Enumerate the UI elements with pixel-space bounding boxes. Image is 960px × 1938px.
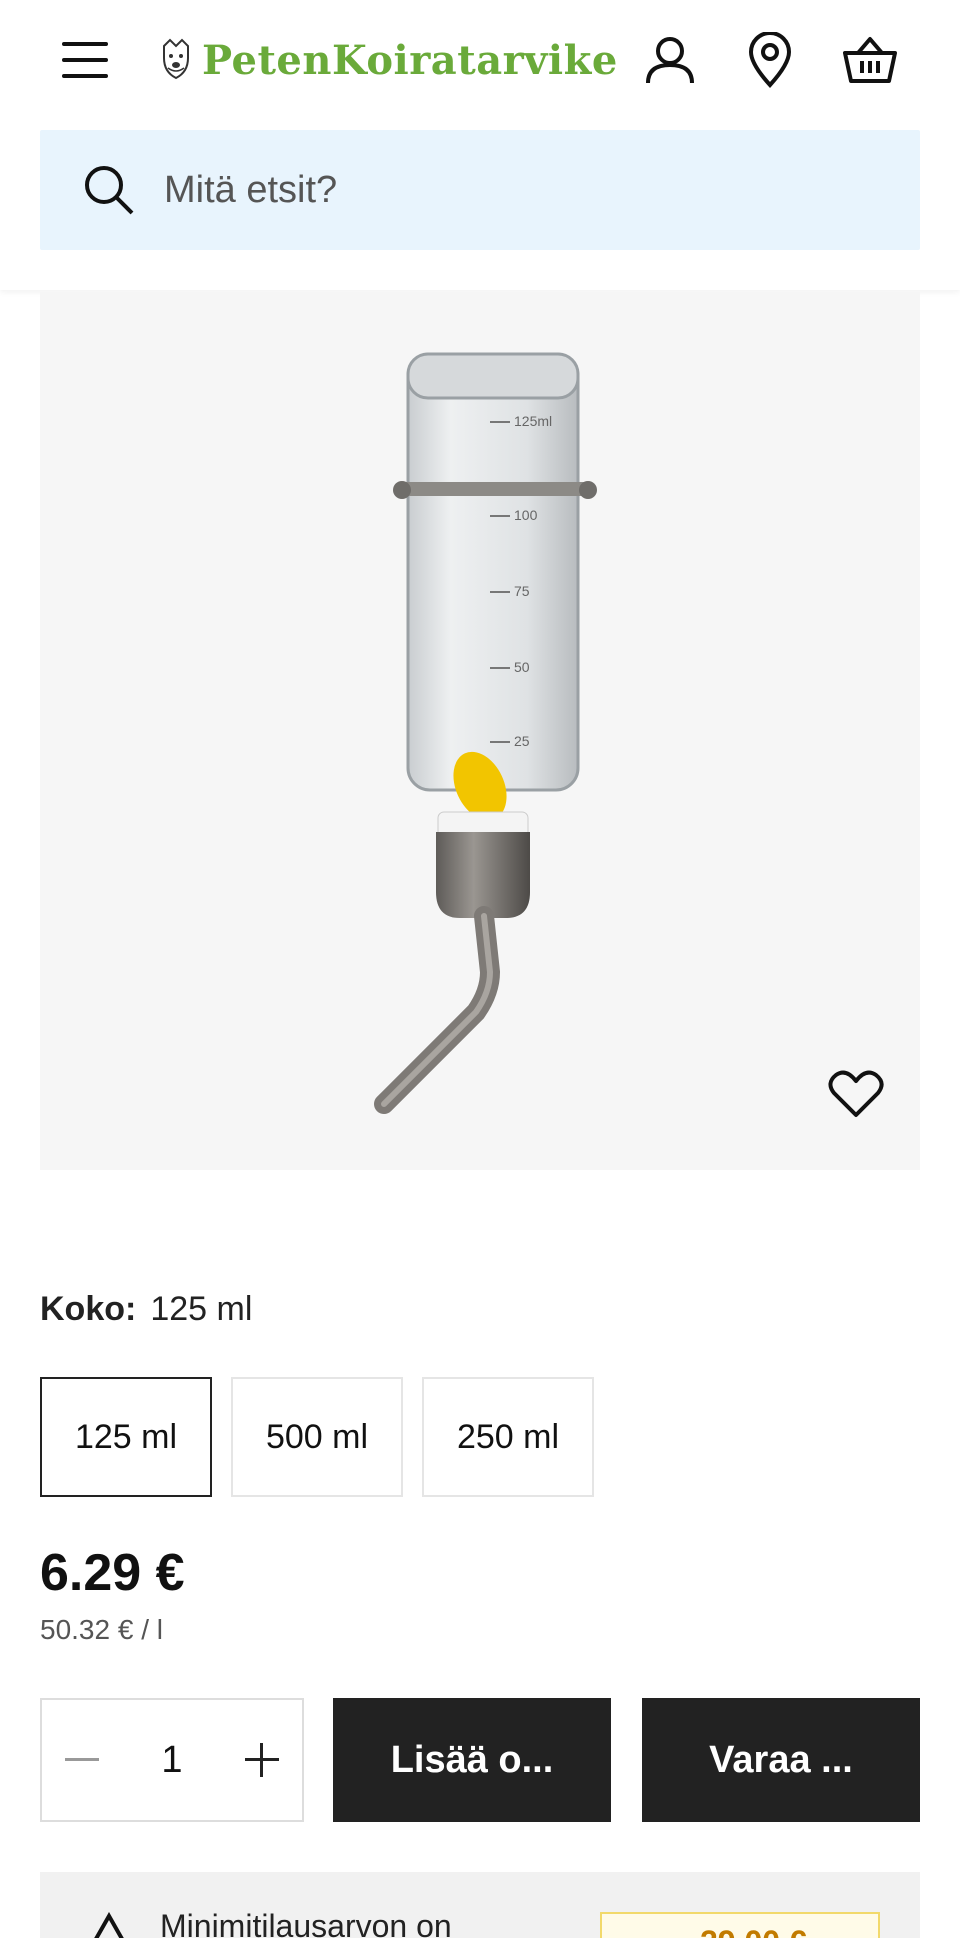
variant-label: 500 ml xyxy=(265,1417,369,1456)
product-image[interactable]: 125ml 100 75 50 25 xyxy=(40,292,920,1170)
variant-label: 250 ml xyxy=(456,1417,560,1456)
min-order-badge: ...29.00 € xyxy=(600,1912,880,1938)
logo-text: PetenKoiratarvike xyxy=(202,36,618,84)
product-price: 6.29 € xyxy=(40,1544,185,1602)
warning-triangle-icon xyxy=(94,1912,124,1938)
basket-icon[interactable] xyxy=(840,30,900,90)
search-input[interactable] xyxy=(164,168,864,212)
svg-text:125ml: 125ml xyxy=(514,413,552,429)
size-label: Koko: 125 ml xyxy=(40,1290,252,1329)
quantity-value[interactable]: 1 xyxy=(127,1739,217,1782)
minus-icon[interactable] xyxy=(42,1700,122,1820)
site-logo[interactable]: PetenKoiratarvike xyxy=(158,30,618,90)
quantity-stepper: 1 xyxy=(40,1698,304,1822)
menu-icon[interactable] xyxy=(62,32,118,88)
variant-label: 125 ml xyxy=(74,1417,178,1456)
variant-option-250ml[interactable]: 250 ml xyxy=(422,1377,594,1497)
svg-text:25: 25 xyxy=(514,733,530,749)
site-header: PetenKoiratarvike xyxy=(0,0,960,290)
plus-icon[interactable] xyxy=(222,1700,302,1820)
svg-text:75: 75 xyxy=(514,583,530,599)
min-order-badge-text: ...29.00 € xyxy=(673,1924,806,1938)
search-icon xyxy=(85,166,134,215)
min-order-banner: Minimitilausarvon on ...29.00 € xyxy=(40,1872,920,1938)
variant-option-125ml[interactable]: 125 ml xyxy=(40,1377,212,1497)
water-bottle-image: 125ml 100 75 50 25 xyxy=(374,352,597,1114)
add-to-cart-label: Lisää o... xyxy=(390,1738,554,1781)
size-label-value: 125 ml xyxy=(150,1290,253,1328)
size-label-title: Koko: xyxy=(40,1290,137,1328)
variant-option-500ml[interactable]: 500 ml xyxy=(231,1377,403,1497)
add-to-cart-button[interactable]: Lisää o... xyxy=(333,1698,611,1822)
reserve-label: Varaa ... xyxy=(709,1738,853,1781)
location-pin-icon[interactable] xyxy=(740,30,800,90)
dog-logo-icon xyxy=(163,38,189,80)
heart-icon[interactable] xyxy=(824,1062,888,1126)
min-order-text: Minimitilausarvon on xyxy=(160,1908,452,1938)
svg-text:100: 100 xyxy=(514,507,538,523)
unit-price: 50.32 € / l xyxy=(40,1614,163,1645)
search-bar[interactable] xyxy=(40,130,920,250)
svg-text:50: 50 xyxy=(514,659,530,675)
reserve-button[interactable]: Varaa ... xyxy=(642,1698,920,1822)
user-icon[interactable] xyxy=(640,30,700,90)
